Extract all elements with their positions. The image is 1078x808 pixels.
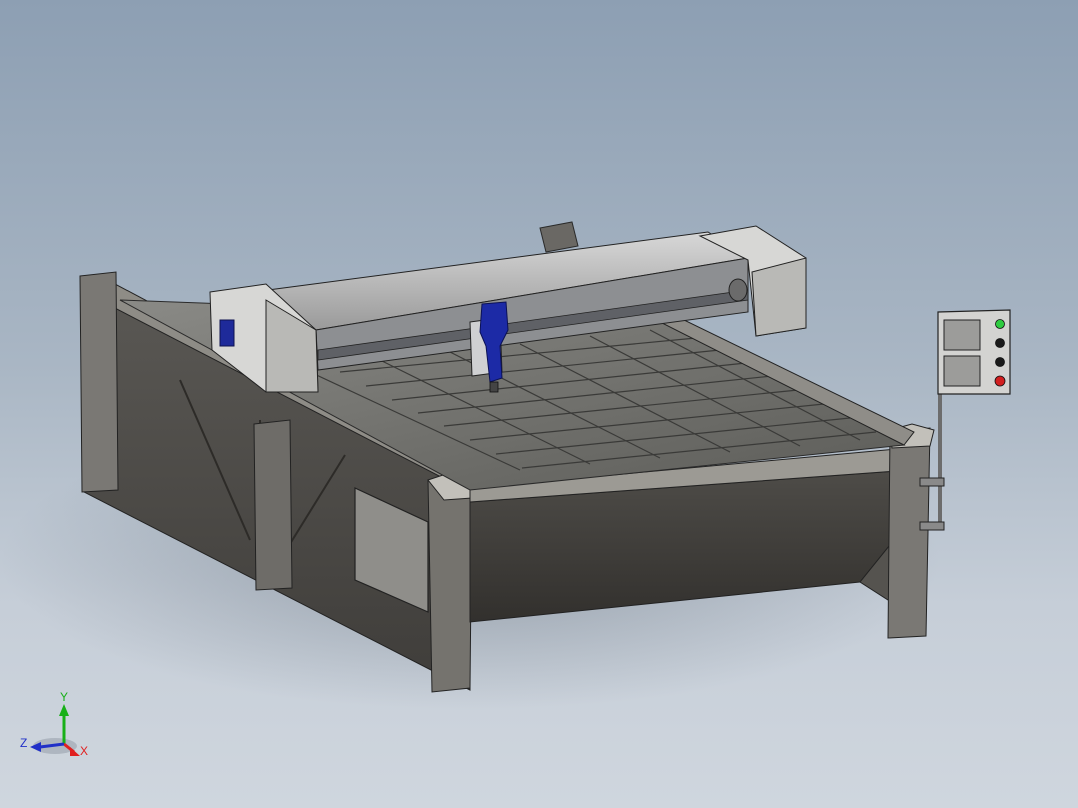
reference-triad: Y X Z bbox=[20, 690, 88, 758]
clamp bbox=[919, 477, 945, 487]
frame-leg-mid bbox=[253, 419, 293, 591]
model-view[interactable]: Y X Z bbox=[0, 0, 1078, 808]
stop-button[interactable] bbox=[994, 375, 1006, 387]
y-axis-label: Y bbox=[60, 690, 68, 704]
frame-leg-back bbox=[539, 221, 579, 253]
y-axis-arrow bbox=[59, 704, 69, 716]
control-panel[interactable] bbox=[919, 309, 1011, 531]
gantry-end-right-face bbox=[751, 257, 807, 337]
black-button-2[interactable] bbox=[995, 357, 1005, 367]
x-axis-label: X bbox=[80, 744, 88, 758]
z-axis-label: Z bbox=[20, 736, 27, 750]
torch-tip bbox=[489, 381, 499, 393]
display-screen-bottom[interactable] bbox=[943, 355, 981, 387]
frame-leg-right bbox=[887, 427, 931, 639]
frame-leg-front-left bbox=[79, 271, 119, 493]
graphics-viewport[interactable]: Y X Z bbox=[0, 0, 1078, 808]
frame-leg-front bbox=[427, 475, 473, 693]
pulley bbox=[728, 278, 748, 302]
start-button[interactable] bbox=[995, 319, 1005, 329]
display-screen-top[interactable] bbox=[943, 319, 981, 351]
clamp bbox=[919, 521, 945, 531]
black-button-1[interactable] bbox=[995, 338, 1005, 348]
y-axis-motor bbox=[219, 319, 235, 347]
